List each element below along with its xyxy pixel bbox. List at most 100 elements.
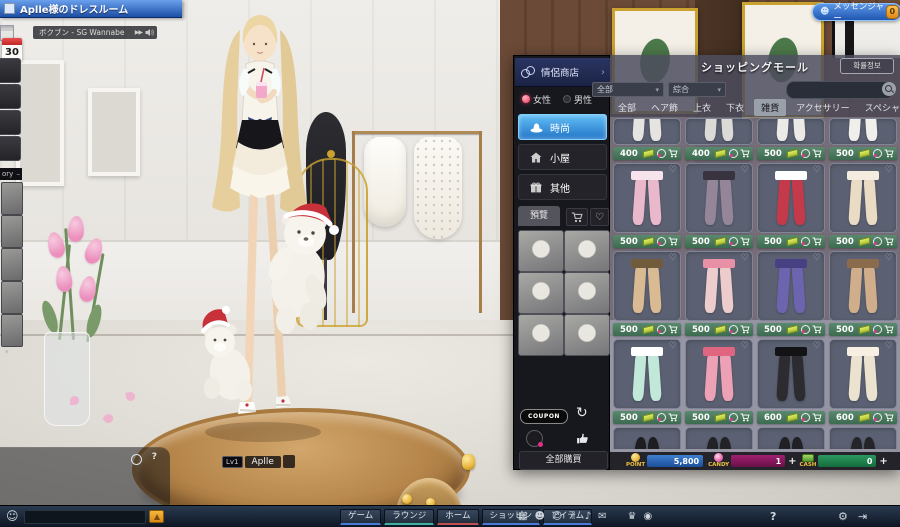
item-card[interactable]: 500 <box>829 118 897 160</box>
add-candy-button[interactable]: + <box>788 456 796 467</box>
cart-tab[interactable] <box>566 208 588 226</box>
item-card[interactable] <box>613 427 681 449</box>
preview-thumbnail[interactable] <box>564 314 610 356</box>
cart-icon[interactable] <box>884 413 894 422</box>
thumbs-up-icon[interactable] <box>576 430 589 449</box>
friends-icon[interactable]: ☻ <box>534 510 544 524</box>
help-button[interactable]: ? <box>770 510 776 523</box>
item-card[interactable]: ♡500 <box>757 251 825 336</box>
item-card[interactable]: ♡600 <box>757 339 825 424</box>
cart-icon[interactable] <box>668 237 678 246</box>
chat-send-button[interactable] <box>149 510 164 523</box>
sidebar-menu-fashion[interactable]: 時尚 <box>518 114 607 140</box>
window-title-bar[interactable]: Aplle様のドレスルーム <box>0 0 182 18</box>
taskbar-button-2[interactable]: ラウンジ <box>384 509 434 525</box>
preview-circle-icon[interactable] <box>657 149 666 158</box>
bear-icon[interactable]: ◉ <box>643 510 652 524</box>
item-thumbnail[interactable]: ♡ <box>613 163 681 233</box>
preview-thumbnail[interactable] <box>564 272 610 314</box>
emoticon-icon[interactable]: ☺ <box>6 510 19 522</box>
preview-tab[interactable]: 預覽 <box>518 206 560 226</box>
item-thumbnail[interactable] <box>829 118 897 145</box>
coupon-button[interactable]: COUPON <box>520 409 568 424</box>
cart-icon[interactable] <box>812 237 822 246</box>
item-thumbnail[interactable] <box>757 118 825 145</box>
preview-circle-icon[interactable] <box>801 149 810 158</box>
sidebar-menu-other[interactable]: 其他 <box>518 174 607 200</box>
item-card[interactable]: ♡500 <box>685 163 753 248</box>
preview-circle-icon[interactable] <box>729 149 738 158</box>
item-thumbnail[interactable]: ♡ <box>685 163 753 233</box>
history-panel-header[interactable]: ory – <box>0 168 22 180</box>
favorite-heart-icon[interactable]: ♡ <box>741 165 749 175</box>
chat-input[interactable] <box>24 510 146 524</box>
history-thumbnail[interactable] <box>1 215 23 248</box>
exit-icon[interactable]: ⇥ <box>858 510 867 523</box>
item-thumbnail[interactable]: ♡ <box>613 339 681 409</box>
search-icon[interactable] <box>882 82 896 96</box>
tab-2[interactable]: ヘア飾 <box>646 99 683 116</box>
cart-icon[interactable] <box>668 325 678 334</box>
strip-button[interactable] <box>0 110 21 135</box>
mic-icon[interactable]: ♪ <box>585 510 591 524</box>
card-icon[interactable]: ▦ <box>518 510 527 524</box>
item-card[interactable]: ♡500 <box>685 251 753 336</box>
cart-icon[interactable] <box>812 413 822 422</box>
settings-gear-icon[interactable]: ⚙ <box>838 510 848 523</box>
tab-4[interactable]: 下衣 <box>721 99 749 116</box>
item-card[interactable]: ♡500 <box>613 163 681 248</box>
snapshot-icon[interactable] <box>526 430 543 447</box>
item-card[interactable]: ♡500 <box>757 163 825 248</box>
preview-circle-icon[interactable] <box>657 413 666 422</box>
cart-icon[interactable] <box>740 149 750 158</box>
preview-circle-icon[interactable] <box>657 325 666 334</box>
item-thumbnail[interactable] <box>685 118 753 145</box>
volume-icon[interactable] <box>145 28 154 37</box>
item-card[interactable] <box>757 427 825 449</box>
cart-icon[interactable] <box>740 237 750 246</box>
item-thumbnail[interactable] <box>757 427 825 449</box>
record-circle-icon[interactable] <box>131 454 142 465</box>
item-thumbnail[interactable] <box>613 118 681 145</box>
item-thumbnail[interactable]: ♡ <box>757 163 825 233</box>
favorite-heart-icon[interactable]: ♡ <box>741 253 749 263</box>
item-thumbnail[interactable]: ♡ <box>757 339 825 409</box>
strip-button[interactable] <box>0 58 21 83</box>
preview-circle-icon[interactable] <box>801 413 810 422</box>
tab-1[interactable]: 全部 <box>613 99 641 116</box>
history-thumbnail[interactable] <box>1 182 23 215</box>
preview-circle-icon[interactable] <box>729 413 738 422</box>
item-card[interactable]: 400 <box>685 118 753 160</box>
preview-thumbnail[interactable] <box>518 314 564 356</box>
buy-all-button[interactable]: 全部購買 <box>519 451 608 470</box>
tab-5[interactable]: 雑貨 <box>754 99 786 116</box>
favorite-heart-icon[interactable]: ♡ <box>885 165 893 175</box>
strip-button[interactable] <box>0 84 21 109</box>
item-thumbnail[interactable] <box>685 427 753 449</box>
cart-icon[interactable] <box>740 413 750 422</box>
item-card[interactable]: ♡500 <box>829 251 897 336</box>
item-card[interactable]: 500 <box>757 118 825 160</box>
cart-icon[interactable] <box>884 149 894 158</box>
favorite-heart-icon[interactable]: ♡ <box>741 341 749 351</box>
cart-icon[interactable] <box>884 237 894 246</box>
hand-icon[interactable]: ✌ <box>569 510 577 524</box>
preview-thumbnail[interactable] <box>564 230 610 272</box>
strip-button[interactable] <box>0 136 21 161</box>
item-card[interactable]: ♡500 <box>613 251 681 336</box>
cart-icon[interactable] <box>668 413 678 422</box>
add-cash-button[interactable]: + <box>879 456 887 467</box>
preview-circle-icon[interactable] <box>873 325 882 334</box>
preview-circle-icon[interactable] <box>801 325 810 334</box>
favorite-heart-icon[interactable]: ♡ <box>813 341 821 351</box>
cart-icon[interactable] <box>812 325 822 334</box>
avatar-character[interactable] <box>168 2 358 457</box>
preview-circle-icon[interactable] <box>801 237 810 246</box>
item-card[interactable]: ♡500 <box>613 339 681 424</box>
item-card[interactable]: ♡600 <box>829 339 897 424</box>
preview-circle-icon[interactable] <box>873 413 882 422</box>
favorite-heart-icon[interactable]: ♡ <box>669 165 677 175</box>
item-card[interactable]: 400 <box>613 118 681 160</box>
sidebar-menu-house[interactable]: 小屋 <box>518 144 607 170</box>
messenger-button[interactable]: ☻ メッセンジャー 0 <box>812 3 900 21</box>
